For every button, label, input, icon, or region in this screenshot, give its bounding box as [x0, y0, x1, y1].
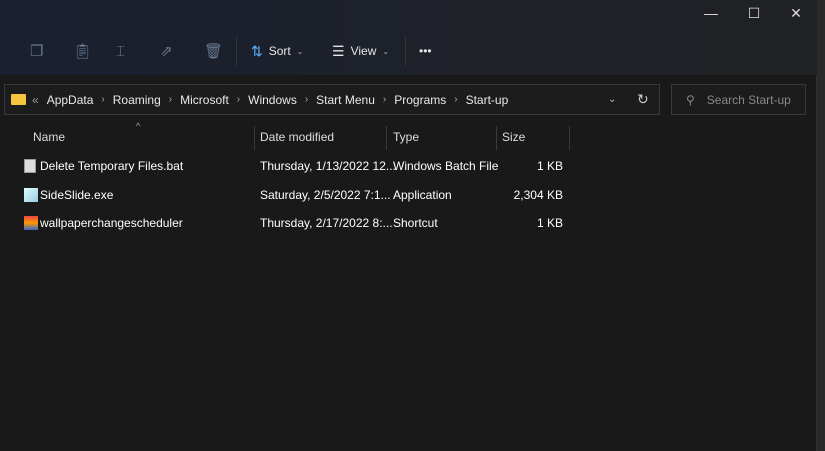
- share-icon[interactable]: ⇗: [160, 38, 173, 64]
- sort-icon: ⇅: [251, 42, 263, 59]
- more-options-button[interactable]: •••: [419, 38, 432, 64]
- breadcrumb-start-menu[interactable]: Start Menu: [316, 93, 375, 107]
- sort-ascending-icon: ^: [136, 121, 141, 131]
- breadcrumb-microsoft[interactable]: Microsoft: [180, 93, 229, 107]
- divider: [236, 36, 237, 66]
- file-date: Thursday, 2/17/2022 8:...: [260, 216, 393, 230]
- file-name: Delete Temporary Files.bat: [40, 159, 184, 173]
- divider: [405, 36, 406, 66]
- chevron-right-icon[interactable]: ›: [454, 94, 457, 105]
- overflow-crumbs[interactable]: «: [32, 93, 39, 107]
- command-bar: — ☐ ✕ ❐ 📋︎ ⌶ ⇗ 🗑︎ ⇅ Sort ⌄ ☰ View ⌄ •••: [0, 0, 817, 75]
- file-date: Saturday, 2/5/2022 7:1...: [260, 188, 391, 202]
- refresh-icon[interactable]: ↻: [637, 91, 649, 108]
- history-dropdown-icon[interactable]: ⌄: [608, 94, 616, 105]
- file-size: 2,304 KB: [513, 188, 563, 202]
- breadcrumb-start-up[interactable]: Start-up: [466, 93, 509, 107]
- minimize-button[interactable]: —: [692, 2, 730, 24]
- chevron-right-icon[interactable]: ›: [237, 94, 240, 105]
- chevron-right-icon[interactable]: ›: [169, 94, 172, 105]
- column-divider[interactable]: [569, 126, 570, 150]
- close-button[interactable]: ✕: [777, 2, 815, 24]
- file-size: 1 KB: [536, 159, 563, 173]
- column-divider[interactable]: [254, 126, 255, 150]
- folder-icon: [11, 94, 26, 105]
- breadcrumb-appdata[interactable]: AppData: [47, 93, 94, 107]
- breadcrumb-roaming[interactable]: Roaming: [113, 93, 161, 107]
- breadcrumb-windows[interactable]: Windows: [248, 93, 297, 107]
- address-bar[interactable]: « AppData › Roaming › Microsoft › Windows › …: [4, 84, 660, 115]
- shortcut-icon: [24, 216, 38, 230]
- file-type: Application: [393, 188, 452, 202]
- file-date: Thursday, 1/13/2022 12...: [260, 159, 396, 173]
- column-header-date[interactable]: Date modified: [260, 125, 334, 149]
- sort-button[interactable]: ⇅ Sort ⌄: [251, 38, 303, 64]
- copy-icon[interactable]: ❐: [30, 38, 43, 64]
- file-row[interactable]: Delete Temporary Files.bat Thursday, 1/1…: [0, 152, 570, 180]
- batch-file-icon: [24, 159, 36, 173]
- file-row[interactable]: wallpaperchangescheduler Thursday, 2/17/…: [0, 209, 570, 237]
- file-type: Windows Batch File: [393, 159, 499, 173]
- paste-icon[interactable]: 📋︎: [73, 38, 92, 64]
- file-size: 1 KB: [536, 216, 563, 230]
- chevron-down-icon: ⌄: [296, 46, 304, 56]
- file-explorer-window: — ☐ ✕ ❐ 📋︎ ⌶ ⇗ 🗑︎ ⇅ Sort ⌄ ☰ View ⌄ ••• « Ap…: [0, 0, 817, 451]
- column-divider[interactable]: [496, 126, 497, 150]
- view-icon: ☰: [332, 42, 345, 59]
- file-row[interactable]: SideSlide.exe Saturday, 2/5/2022 7:1... …: [0, 181, 570, 209]
- chevron-down-icon: ⌄: [382, 46, 390, 56]
- column-header-size[interactable]: Size: [502, 125, 525, 149]
- chevron-right-icon[interactable]: ›: [101, 94, 104, 105]
- file-type: Shortcut: [393, 216, 438, 230]
- column-header-type[interactable]: Type: [393, 125, 419, 149]
- maximize-button[interactable]: ☐: [735, 2, 773, 24]
- application-icon: [24, 188, 38, 202]
- file-name: wallpaperchangescheduler: [40, 216, 183, 230]
- column-divider[interactable]: [386, 126, 387, 150]
- delete-icon[interactable]: 🗑︎: [204, 38, 223, 64]
- rename-icon[interactable]: ⌶: [116, 38, 125, 64]
- view-button[interactable]: ☰ View ⌄: [332, 38, 389, 64]
- search-input[interactable]: ⚲ Search Start-up: [671, 84, 806, 115]
- breadcrumb-programs[interactable]: Programs: [394, 93, 446, 107]
- chevron-right-icon[interactable]: ›: [305, 94, 308, 105]
- file-name: SideSlide.exe: [40, 188, 114, 202]
- column-header-name[interactable]: Name: [33, 125, 65, 149]
- chevron-right-icon[interactable]: ›: [383, 94, 386, 105]
- search-icon: ⚲: [686, 92, 695, 107]
